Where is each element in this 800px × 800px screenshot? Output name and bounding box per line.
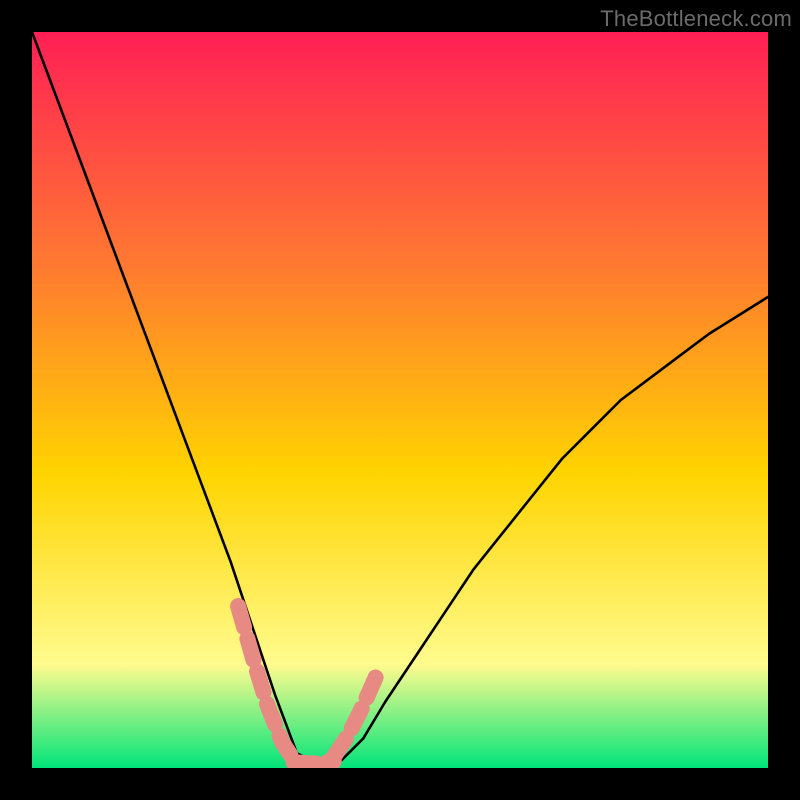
plot-svg bbox=[32, 32, 768, 768]
chart-frame: TheBottleneck.com bbox=[0, 0, 800, 800]
watermark-text: TheBottleneck.com bbox=[600, 6, 792, 32]
gradient-background bbox=[32, 32, 768, 768]
plot-area bbox=[32, 32, 768, 768]
